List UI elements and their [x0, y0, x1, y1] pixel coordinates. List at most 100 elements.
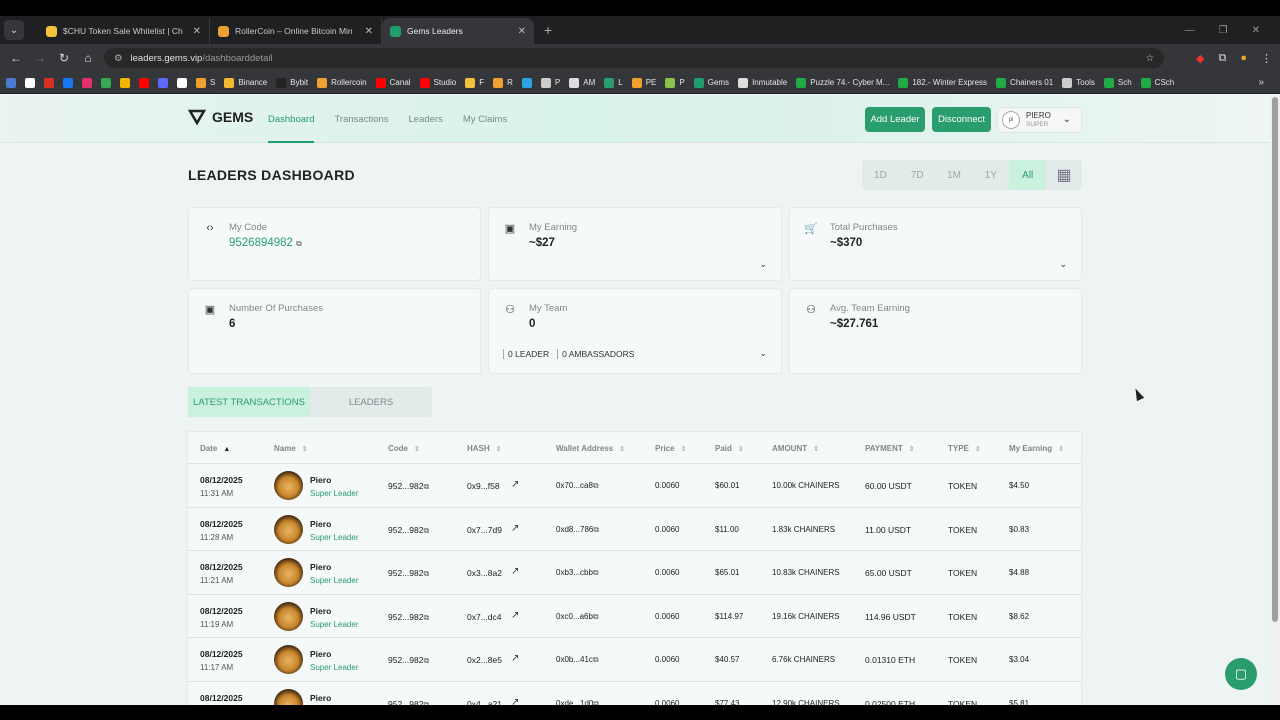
scrollbar-thumb[interactable] [1272, 97, 1278, 622]
sort-icon[interactable]: ⇕ [975, 446, 981, 453]
period-7d[interactable]: 7D [899, 160, 936, 190]
table-row[interactable]: 08/12/2025 11:17 AM Piero Super Leader 952..… [188, 638, 1081, 682]
star-icon[interactable]: ☆ [1145, 53, 1154, 64]
reload-icon[interactable]: ↻ [52, 51, 76, 65]
copy-icon[interactable]: ⧉ [423, 526, 429, 535]
bookmark-item[interactable]: CSch [1140, 77, 1174, 88]
tab-chu[interactable]: $CHU Token Sale Whitelist | Ch ✕ [38, 18, 210, 44]
bookmark-item[interactable]: Gems [693, 77, 729, 88]
bookmark-item[interactable]: Inmutable [738, 77, 787, 88]
bookmark-item[interactable]: R [493, 77, 513, 88]
period-1y[interactable]: 1Y [972, 160, 1009, 190]
copy-icon[interactable]: ⧉ [593, 481, 599, 490]
table-row[interactable]: 08/12/2025 11:21 AM Piero Super Leader 952..… [188, 551, 1081, 595]
sort-icon[interactable]: ⇕ [1058, 446, 1064, 453]
external-link-icon[interactable]: ↗ [511, 479, 519, 490]
url-field[interactable]: ⚙ leaders.gems.vip/dashboarddetail ☆ [104, 48, 1164, 68]
add-leader-button[interactable]: Add Leader [865, 107, 925, 132]
bookmark-item[interactable] [101, 77, 111, 88]
bookmark-item[interactable]: Canal [375, 77, 411, 88]
table-row[interactable]: 08/12/2025 11:31 AM Piero Super Leader 952..… [188, 464, 1081, 508]
column-header[interactable]: Name ⇕ [274, 444, 308, 453]
sort-icon[interactable]: ⇕ [738, 446, 744, 453]
bookmark-item[interactable]: 182.- Winter Express [898, 77, 987, 88]
more-bookmarks-icon[interactable]: » [1258, 77, 1264, 88]
bookmark-item[interactable]: F [465, 77, 484, 88]
bookmark-item[interactable] [63, 77, 73, 88]
gems-logo[interactable]: GEMS [188, 109, 253, 125]
menu-icon[interactable]: ⋮ [1261, 52, 1272, 65]
close-icon[interactable]: ✕ [518, 26, 526, 37]
period-all[interactable]: All [1009, 160, 1047, 190]
external-link-icon[interactable]: ↗ [511, 697, 519, 706]
sort-icon[interactable]: ▲ [223, 446, 230, 453]
close-icon[interactable]: ✕ [193, 26, 201, 37]
sort-icon[interactable]: ⇕ [414, 446, 420, 453]
tab-gems-leaders[interactable]: Gems Leaders ✕ [382, 18, 534, 44]
sort-icon[interactable]: ⇕ [813, 446, 819, 453]
profile-menu[interactable]: pi PIERO SUPER ⌄ [997, 107, 1082, 133]
bookmark-item[interactable]: S [196, 77, 215, 88]
bookmark-item[interactable]: Sch [1103, 77, 1132, 88]
copy-icon[interactable]: ⧉ [593, 655, 599, 664]
back-icon[interactable]: ← [4, 51, 28, 65]
column-header[interactable]: Date ▲ [200, 444, 230, 453]
bookmark-item[interactable]: Bybit [276, 77, 308, 88]
column-header[interactable]: Paid ⇕ [715, 444, 744, 453]
bookmark-item[interactable]: Studio [419, 77, 456, 88]
scrollbar[interactable] [1270, 95, 1280, 705]
column-header[interactable]: Price ⇕ [655, 444, 686, 453]
new-tab-button[interactable]: + [544, 22, 552, 38]
bookmark-item[interactable]: Rollercoin [317, 77, 367, 88]
copy-icon[interactable]: ⧉ [296, 239, 302, 248]
tab-leaders[interactable]: LEADERS [310, 387, 432, 417]
column-header[interactable]: Code ⇕ [388, 444, 420, 453]
bookmark-item[interactable] [521, 77, 532, 88]
nav-transactions[interactable]: Transactions [334, 114, 388, 125]
extensions-icon[interactable]: ⧉ [1218, 52, 1226, 65]
column-header[interactable]: TYPE ⇕ [948, 444, 981, 453]
calendar-icon[interactable]: ▦ [1046, 165, 1082, 185]
bookmark-item[interactable] [120, 77, 130, 88]
nav-dashboard[interactable]: Dashboard [268, 95, 315, 143]
bookmark-item[interactable]: Chainers 01 [996, 77, 1053, 88]
column-header[interactable]: AMOUNT ⇕ [772, 444, 819, 453]
bookmark-item[interactable] [82, 77, 92, 88]
nav-leaders[interactable]: Leaders [409, 114, 443, 125]
table-row[interactable]: 08/12/2025 11:19 AM Piero Super Leader 952..… [188, 595, 1081, 638]
bookmark-item[interactable] [44, 77, 54, 88]
chevron-down-icon[interactable]: ⌄ [1059, 259, 1067, 270]
forward-icon[interactable]: → [28, 51, 52, 65]
column-header[interactable]: PAYMENT ⇕ [865, 444, 915, 453]
bookmark-item[interactable] [6, 77, 16, 88]
tab-rollercoin[interactable]: RollerCoin – Online Bitcoin Min ✕ [210, 18, 382, 44]
external-link-icon[interactable]: ↗ [511, 610, 519, 621]
table-row[interactable]: 08/12/2025 Piero 952...982⧉ 0x4...a21 0xde..… [188, 682, 1081, 706]
table-row[interactable]: 08/12/2025 11:28 AM Piero Super Leader 952..… [188, 508, 1081, 551]
copy-icon[interactable]: ⧉ [423, 613, 429, 622]
column-header[interactable]: HASH ⇕ [467, 444, 502, 453]
copy-icon[interactable]: ⧉ [423, 569, 429, 578]
site-info-icon[interactable]: ⚙ [114, 53, 123, 64]
sort-icon[interactable]: ⇕ [681, 446, 687, 453]
bookmark-item[interactable]: P [540, 77, 560, 88]
bookmark-item[interactable] [158, 77, 168, 88]
period-1d[interactable]: 1D [862, 160, 899, 190]
copy-icon[interactable]: ⧉ [423, 482, 429, 491]
bookmark-item[interactable]: PE [631, 77, 656, 88]
period-1m[interactable]: 1M [936, 160, 973, 190]
bookmark-item[interactable]: AM [569, 77, 595, 88]
bookmark-item[interactable]: Binance [224, 77, 267, 88]
minimize-icon[interactable]: — [1185, 25, 1195, 36]
sort-icon[interactable]: ⇕ [619, 446, 625, 453]
sort-icon[interactable]: ⇕ [496, 446, 502, 453]
restore-icon[interactable]: ❐ [1219, 25, 1228, 36]
bookmark-item[interactable] [25, 77, 35, 88]
extension-badge-icon[interactable]: ◆ [1196, 52, 1204, 65]
sort-icon[interactable]: ⇕ [302, 446, 308, 453]
chat-icon[interactable]: ▢ [1225, 658, 1257, 690]
bookmark-item[interactable]: P [665, 77, 685, 88]
column-header[interactable]: My Earning ⇕ [1009, 444, 1064, 453]
external-link-icon[interactable]: ↗ [511, 653, 519, 664]
tab-latest-transactions[interactable]: LATEST TRANSACTIONS [188, 387, 310, 417]
